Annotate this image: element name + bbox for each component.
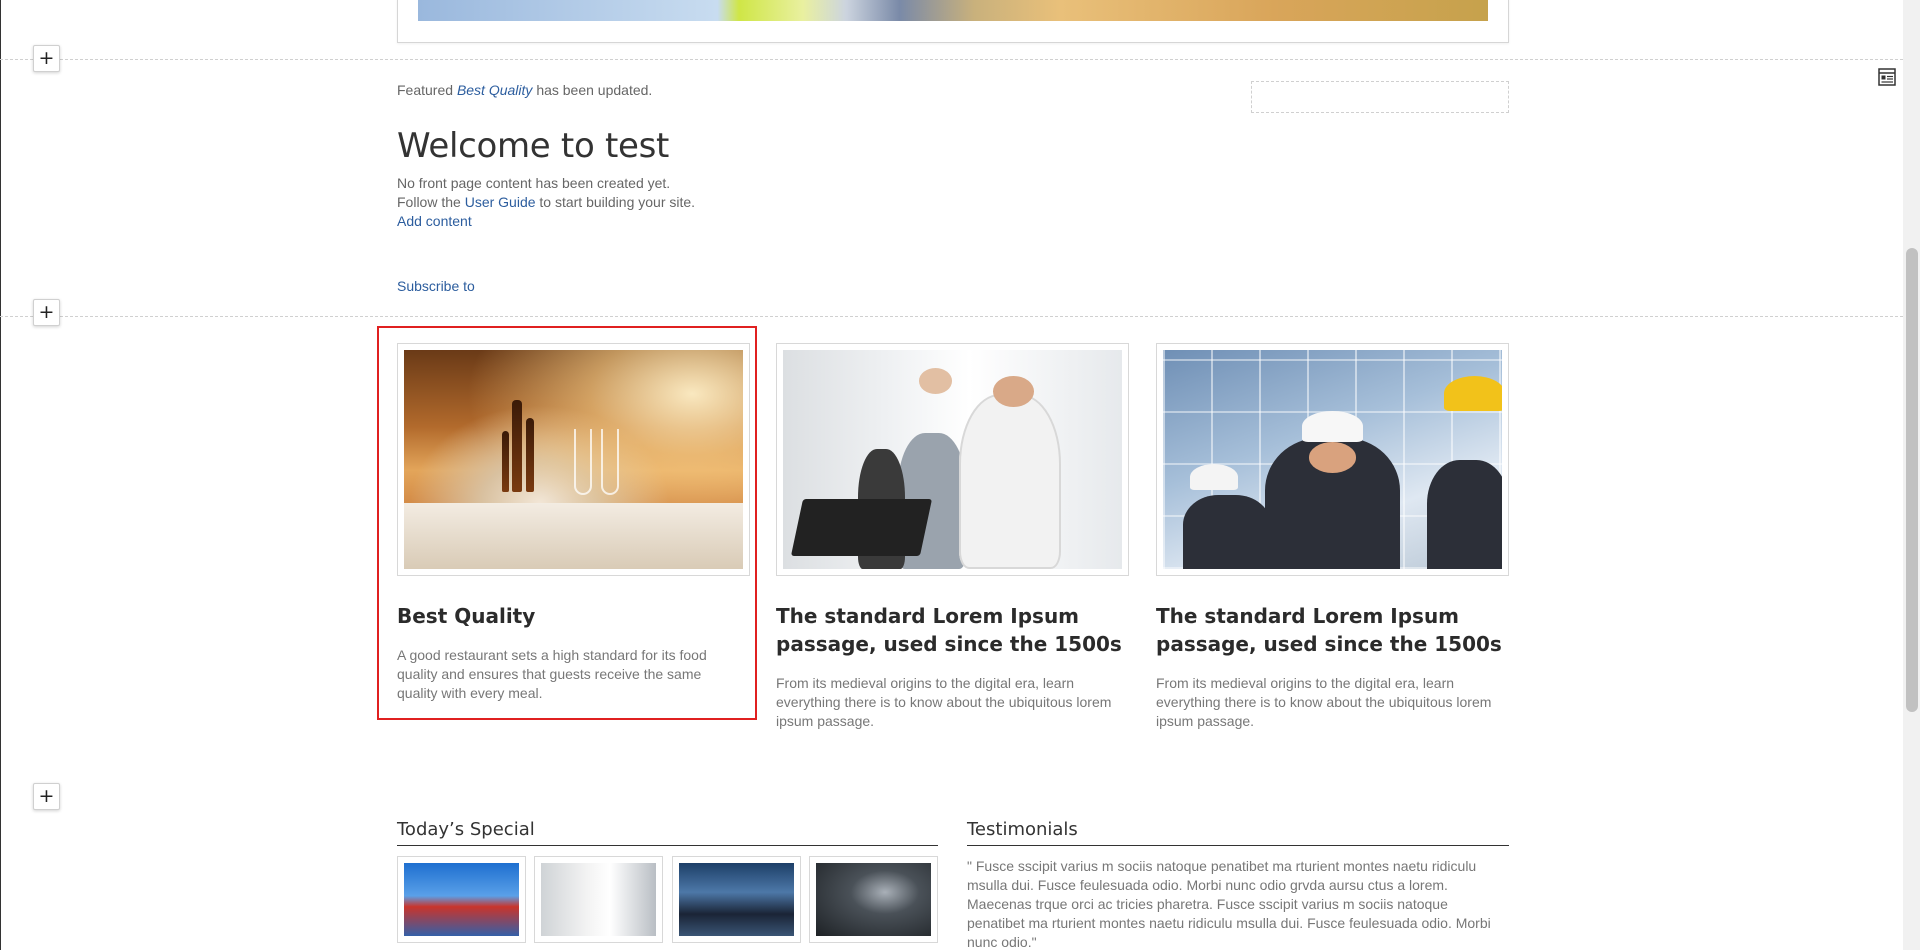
card-text: From its medieval origins to the digital… [776, 675, 1112, 729]
card-title[interactable]: The standard Lorem Ipsum passage, used s… [776, 602, 1129, 658]
feature-card[interactable]: The standard Lorem Ipsum passage, used s… [776, 343, 1129, 731]
presentation-thumbnail-image [816, 863, 931, 936]
section-divider [0, 59, 1903, 60]
welcome-text: No front page content has been created y… [397, 174, 695, 231]
card-title[interactable]: The standard Lorem Ipsum passage, used s… [1156, 602, 1509, 658]
empty-block-placeholder[interactable] [1251, 81, 1509, 113]
layout-panel-icon [1878, 68, 1896, 86]
add-content-link[interactable]: Add content [397, 213, 472, 229]
testimonials-title: Testimonials [967, 819, 1509, 846]
page-title: Welcome to test [397, 126, 670, 166]
vertical-scrollbar[interactable] [1903, 0, 1920, 950]
status-prefix: Featured [397, 82, 454, 98]
plus-icon: + [38, 785, 55, 807]
status-suffix: has been updated. [536, 82, 653, 98]
welcome-line-1: No front page content has been created y… [397, 175, 671, 191]
office-team-thumbnail-image [541, 863, 656, 936]
construction-workers-image [1163, 350, 1502, 569]
add-section-button[interactable]: + [33, 299, 60, 326]
special-thumbnail[interactable] [534, 856, 663, 943]
card-image-frame [397, 343, 750, 576]
add-section-button[interactable]: + [33, 45, 60, 72]
card-title[interactable]: Best Quality [397, 602, 750, 630]
feature-card[interactable]: The standard Lorem Ipsum passage, used s… [1156, 343, 1509, 731]
user-guide-link[interactable]: User Guide [465, 194, 536, 210]
special-thumbnail[interactable] [397, 856, 526, 943]
card-image-frame [1156, 343, 1509, 576]
scrollbar-thumb[interactable] [1906, 248, 1918, 712]
subscribe-link[interactable]: Subscribe to [397, 278, 475, 294]
hero-banner [397, 0, 1509, 43]
business-meeting-thumbnail-image [679, 863, 794, 936]
welcome-line-2: Follow the User Guide to start building … [397, 194, 696, 210]
card-image-frame [776, 343, 1129, 576]
add-section-button[interactable]: + [33, 783, 60, 810]
special-thumbnail[interactable] [672, 856, 801, 943]
card-text: A good restaurant sets a high standard f… [397, 647, 707, 701]
office-meeting-image [783, 350, 1122, 569]
layout-toggle-button[interactable] [1876, 66, 1898, 88]
status-message: Featured Best Quality has been updated. [397, 82, 652, 98]
solar-workers-thumbnail-image [404, 863, 519, 936]
section-divider [0, 316, 1903, 317]
restaurant-table-image [404, 350, 743, 569]
hero-image [418, 0, 1488, 21]
todays-special-title: Today’s Special [397, 819, 938, 846]
special-thumbnail[interactable] [809, 856, 938, 943]
left-rail [0, 0, 1, 950]
card-text: From its medieval origins to the digital… [1156, 675, 1492, 729]
status-link[interactable]: Best Quality [457, 82, 532, 98]
testimonial-quote: " Fusce sscipit varius m sociis natoque … [967, 858, 1491, 950]
plus-icon: + [38, 47, 55, 69]
plus-icon: + [38, 301, 55, 323]
feature-card[interactable]: Best Quality A good restaurant sets a hi… [397, 343, 750, 703]
